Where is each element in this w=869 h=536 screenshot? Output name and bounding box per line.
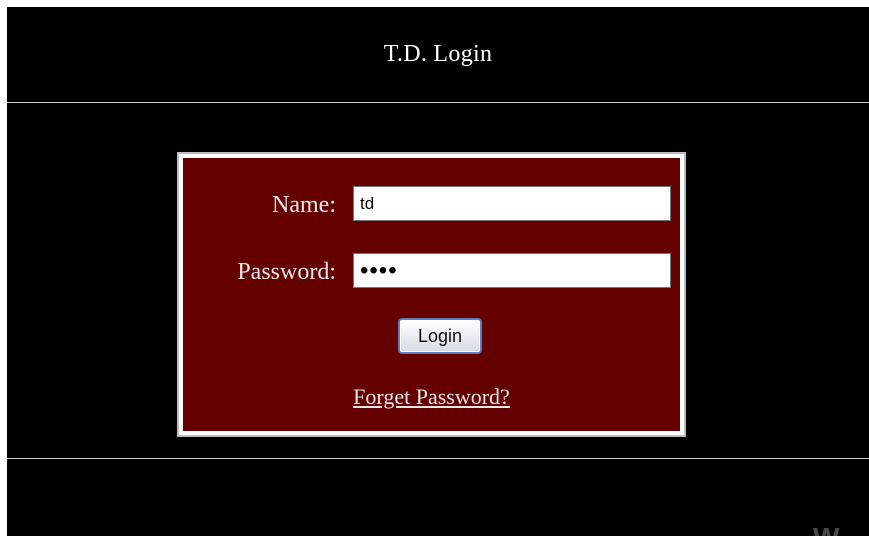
login-form: Name: Password: Login Forget Password?: [177, 152, 686, 437]
name-label: Name:: [272, 192, 336, 218]
forget-password-link[interactable]: Forget Password?: [183, 384, 680, 410]
top-divider: [7, 102, 869, 103]
password-label: Password:: [237, 259, 336, 285]
bottom-divider: [7, 458, 869, 459]
login-screen: T.D. Login Name: Password: Login Forget …: [7, 7, 869, 536]
watermark-fragment: W: [813, 524, 839, 536]
login-button[interactable]: Login: [398, 318, 482, 354]
page-title: T.D. Login: [383, 41, 493, 67]
login-form-panel: Name: Password: Login Forget Password?: [182, 157, 681, 432]
password-input[interactable]: [353, 253, 671, 288]
name-input[interactable]: [353, 186, 671, 221]
